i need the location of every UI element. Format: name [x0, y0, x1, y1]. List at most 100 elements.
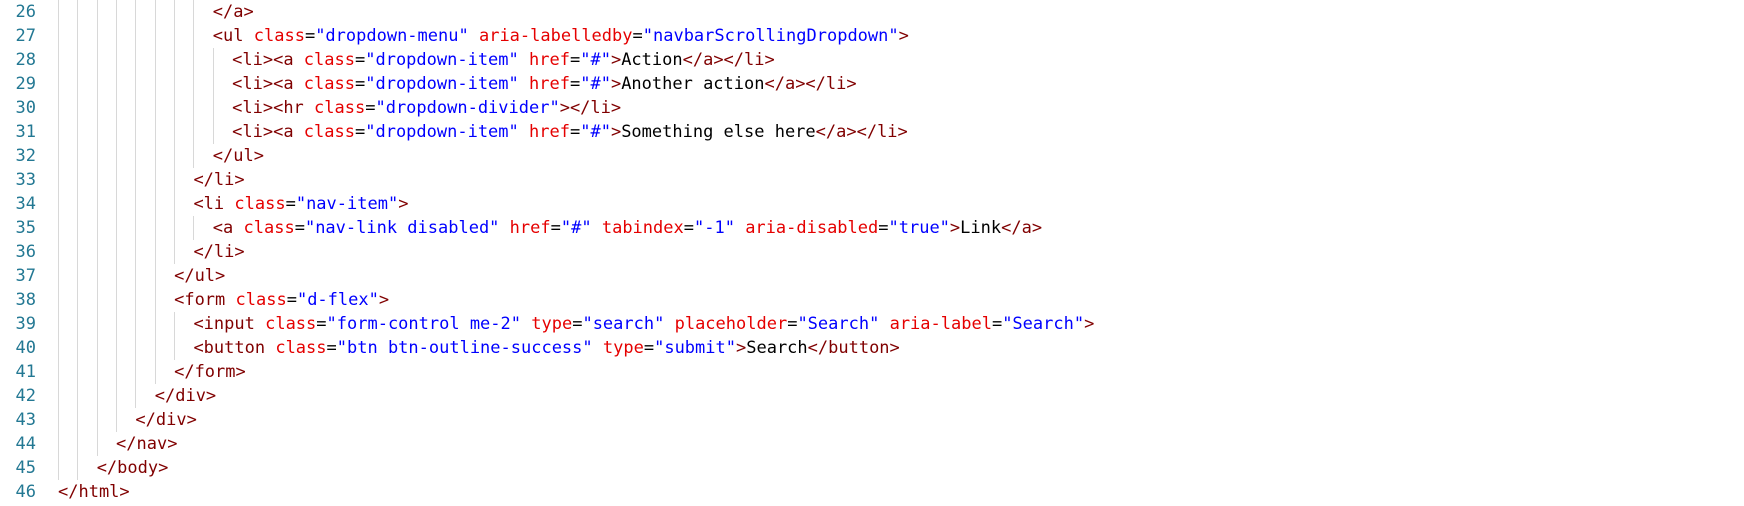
token-attr: class: [235, 290, 287, 310]
indent-guide: [58, 144, 59, 168]
code-line[interactable]: 30 <li><hr class="dropdown-divider"></li>: [0, 96, 1744, 120]
code-line[interactable]: 43 </div>: [0, 408, 1744, 432]
indent-guide: [135, 72, 137, 96]
indent-guide: [58, 456, 59, 480]
indent-guide: [116, 240, 118, 264]
token-attr: type: [531, 314, 573, 334]
token-str: "dropdown-menu": [315, 26, 469, 46]
indent-guide: [77, 336, 79, 360]
code-line[interactable]: 44 </nav>: [0, 432, 1744, 456]
line-number: 45: [15, 458, 36, 478]
indent-guide: [135, 360, 137, 384]
indent-guide: [116, 336, 118, 360]
token-tag: </ul>: [212, 146, 264, 166]
indent-guide: [154, 168, 156, 192]
code-line[interactable]: 33 </li>: [0, 168, 1744, 192]
code-text: </html>: [58, 480, 130, 504]
indent-guide: [154, 144, 156, 168]
indent-guide: [58, 72, 59, 96]
indent-guide: [58, 240, 59, 264]
indent-guide: [96, 144, 98, 168]
code-line[interactable]: 40 <button class="btn btn-outline-success…: [0, 336, 1744, 360]
indent-guide: [174, 24, 176, 48]
code-text: <input class="form-control me-2" type="s…: [193, 312, 1094, 336]
token-str: "Search": [1002, 314, 1085, 334]
indent-guide: [174, 48, 176, 72]
code-text: </li>: [193, 168, 244, 192]
indent-guide: [116, 120, 118, 144]
token-tag: </a></li>: [815, 122, 908, 142]
token-tag: </a></li>: [682, 50, 775, 70]
code-line[interactable]: 32 </ul>: [0, 144, 1744, 168]
code-line[interactable]: 37 </ul>: [0, 264, 1744, 288]
indent-guide: [96, 288, 98, 312]
code-line[interactable]: 34 <li class="nav-item">: [0, 192, 1744, 216]
code-line[interactable]: 35 <a class="nav-link disabled" href="#" …: [0, 216, 1744, 240]
code-line[interactable]: 42 </div>: [0, 384, 1744, 408]
indent-guide: [135, 240, 137, 264]
indent-guide: [212, 96, 214, 120]
code-text: </ul>: [174, 264, 225, 288]
code-text: </li>: [193, 240, 244, 264]
code-line[interactable]: 45 </body>: [0, 456, 1744, 480]
token-str: "Search": [797, 314, 880, 334]
code-line[interactable]: 31 <li><a class="dropdown-item" href="#">…: [0, 120, 1744, 144]
code-text: <button class="btn btn-outline-success" …: [193, 336, 899, 360]
token-str: "#": [560, 218, 592, 238]
token-txt: Link: [960, 218, 1002, 238]
token-str: "navbarScrollingDropdown": [642, 26, 899, 46]
code-line[interactable]: 26 </a>: [0, 0, 1744, 24]
indent-guide: [58, 192, 59, 216]
code-line[interactable]: 38 <form class="d-flex">: [0, 288, 1744, 312]
token-str: "d-flex": [296, 290, 379, 310]
token-str: "nav-link disabled": [304, 218, 500, 238]
line-number: 38: [15, 290, 36, 310]
indent-guide: [58, 24, 59, 48]
code-text: </form>: [174, 360, 246, 384]
code-line[interactable]: 46 </html>: [0, 480, 1744, 504]
code-line[interactable]: 41 </form>: [0, 360, 1744, 384]
token-txt: =: [569, 50, 581, 70]
indent-guide: [116, 360, 118, 384]
indent-guide: [96, 408, 98, 432]
code-line[interactable]: 36 </li>: [0, 240, 1744, 264]
code-line[interactable]: 39 <input class="form-control me-2" type=…: [0, 312, 1744, 336]
code-editor[interactable]: 26 </a> 27 <ul class="dropdown-menu" aria-l…: [0, 0, 1744, 506]
token-attr: class: [275, 338, 327, 358]
indent-guide: [193, 216, 195, 240]
token-txt: =: [991, 314, 1003, 334]
indent-guide: [116, 0, 118, 24]
token-txt: Another action: [621, 74, 765, 94]
indent-guide: [174, 144, 176, 168]
token-attr: class: [234, 194, 286, 214]
token-txt: =: [304, 26, 316, 46]
indent-guide: [135, 288, 137, 312]
token-txt: =: [285, 194, 296, 214]
line-number: 30: [15, 98, 36, 118]
token-tag: </div>: [135, 410, 197, 430]
indent-guide: [154, 264, 156, 288]
indent-guide: [96, 24, 98, 48]
indent-guide: [193, 96, 195, 120]
indent-guide: [77, 24, 79, 48]
line-number: 32: [15, 146, 36, 166]
indent-guide: [116, 48, 118, 72]
code-line[interactable]: 28 <li><a class="dropdown-item" href="#">…: [0, 48, 1744, 72]
token-txt: =: [569, 122, 581, 142]
token-tag: <form: [174, 290, 236, 310]
indent-guide: [212, 72, 214, 96]
indent-guide: [77, 192, 79, 216]
token-txt: Search: [746, 338, 808, 358]
token-txt: =: [294, 218, 305, 238]
indent-guide: [154, 336, 156, 360]
token-attr: tabindex: [601, 218, 684, 238]
token-tag: >: [610, 74, 622, 94]
code-line[interactable]: 29 <li><a class="dropdown-item" href="#">…: [0, 72, 1744, 96]
code-line[interactable]: 27 <ul class="dropdown-menu" aria-labelle…: [0, 24, 1744, 48]
indent-guide: [116, 72, 118, 96]
token-txt: =: [316, 314, 327, 334]
